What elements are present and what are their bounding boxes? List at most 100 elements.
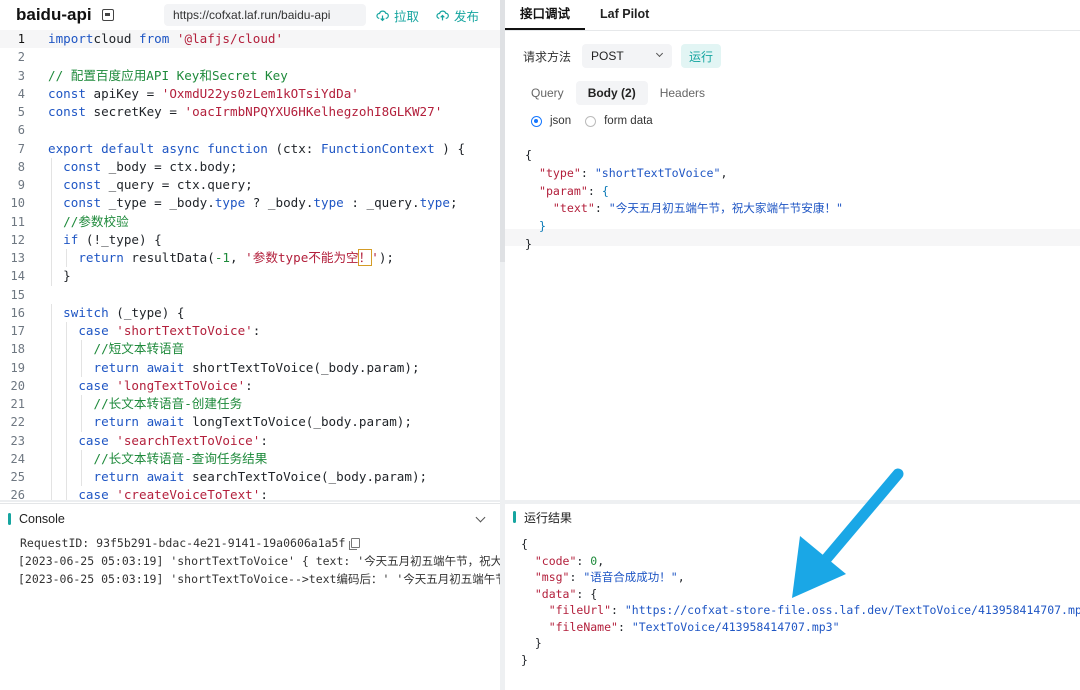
tab-body[interactable]: Body (2) <box>575 81 648 105</box>
code-token: : _query. <box>343 195 420 211</box>
code-token: FunctionContext <box>320 140 435 156</box>
code-line[interactable]: 2 <box>0 48 500 66</box>
code-line[interactable]: 15 <box>0 286 500 304</box>
code-line[interactable]: 3 // 配置百度应用API Key和Secret Key <box>0 67 500 85</box>
code-line[interactable]: 4 const apiKey = 'OxmdU22ys0zLem1kOTsiYdD… <box>0 85 500 103</box>
code-line[interactable]: 19 return await shortTextToVoice(_body.p… <box>0 358 500 377</box>
line-code: return await longTextToVoice(_body.param… <box>48 413 412 431</box>
json-line: "fileUrl": "https://cofxat-store-file.os… <box>521 602 1080 619</box>
code-token: "shortTextToVoice" <box>594 165 721 180</box>
method-select[interactable]: POST <box>582 44 673 68</box>
code-editor[interactable]: 1 importcloud from '@lafjs/cloud' 2 3// 配置百… <box>0 30 500 502</box>
code-token: , <box>597 553 605 568</box>
tab-query[interactable]: Query <box>519 81 576 105</box>
indent-guide <box>51 303 52 322</box>
code-line[interactable]: 10 const _type = _body.type ? _body.type… <box>0 194 500 213</box>
json-line: "text": "今天五月初五端午节，祝大家端午节安康！" <box>525 200 843 218</box>
code-line[interactable]: 18 //短文本转语音 <box>0 340 500 359</box>
editor-horizontal-scrollbar[interactable] <box>0 500 500 502</box>
code-token: ' <box>371 250 379 265</box>
line-code: case 'searchTextToVoice': <box>48 432 268 450</box>
run-button[interactable]: 运行 <box>681 44 722 68</box>
code-line[interactable]: 13 return resultData(-1, '参数type不能为空！'); <box>0 249 500 268</box>
line-number: 13 <box>10 251 25 265</box>
code-line[interactable]: 5 const secretKey = 'oacIrmbNPQYXU6HKelhe… <box>0 103 500 121</box>
radio-form-data-label[interactable]: form data <box>604 115 653 127</box>
request-body-editor[interactable]: { "type": "shortTextToVoice", "param": {… <box>525 147 843 254</box>
code-line[interactable]: 24 //长文本转语音-查询任务结果 <box>0 449 500 468</box>
code-line[interactable]: 22 return await longTextToVoice(_body.pa… <box>0 413 500 432</box>
indent-guide <box>51 267 52 286</box>
line-code: const secretKey = 'oacIrmbNPQYXU6HKelheg… <box>48 103 442 121</box>
code-line[interactable]: 12 if (!_type) { <box>0 230 500 249</box>
code-token: "code" <box>534 553 577 568</box>
chevron-down-icon[interactable] <box>475 512 486 523</box>
tab-headers[interactable]: Headers <box>648 81 717 105</box>
line-code: if (!_type) { <box>48 231 162 249</box>
indent-guide <box>66 449 68 468</box>
json-line: } <box>525 218 843 236</box>
code-line[interactable]: 14 } <box>0 267 500 286</box>
indent-guide <box>66 376 68 395</box>
line-number: 2 <box>17 50 25 65</box>
code-line[interactable]: 8 const _body = ctx.body; <box>0 157 500 176</box>
code-line[interactable]: 1 importcloud from '@lafjs/cloud' <box>0 30 500 49</box>
code-line[interactable]: 20 case 'longTextToVoice': <box>0 376 500 395</box>
radio-json[interactable] <box>531 115 542 127</box>
indent-guide <box>81 449 83 468</box>
line-number: 7 <box>17 141 25 156</box>
request-id: RequestID: 93f5b291-bdac-4e21-9141-19a06… <box>20 536 346 550</box>
code-token: return await <box>93 414 193 430</box>
line-number: 11 <box>10 214 25 229</box>
result-divider[interactable] <box>505 500 1080 504</box>
code-token: "fileName" <box>548 619 618 634</box>
code-line[interactable]: 23 case 'searchTextToVoice': <box>0 431 500 450</box>
code-token: : <box>580 165 595 180</box>
code-token: _body = ctx.body; <box>108 158 238 174</box>
code-line[interactable]: 6 <box>0 121 500 139</box>
indent-guide <box>51 395 52 414</box>
code-token: "fileUrl" <box>548 603 612 617</box>
code-line[interactable]: 7 export default async function (ctx: Fun… <box>0 140 500 158</box>
radio-json-label[interactable]: json <box>550 115 571 127</box>
result-accent-bar <box>513 511 516 523</box>
line-number: 5 <box>17 105 25 119</box>
json-line: "type": "shortTextToVoice", <box>525 165 843 183</box>
code-token: : <box>260 432 268 448</box>
code-token: apiKey = <box>93 85 162 101</box>
tab-laf-pilot[interactable]: Laf Pilot <box>585 0 664 30</box>
code-token: "text" <box>552 201 595 216</box>
radio-form-data[interactable] <box>585 115 597 127</box>
code-line[interactable]: 11 //参数校验 <box>0 212 500 231</box>
tab-api-debug[interactable]: 接口调试 <box>505 0 586 30</box>
code-token: } <box>521 636 542 650</box>
code-token: ); <box>378 250 395 265</box>
edit-icon[interactable] <box>101 9 114 21</box>
json-line: } <box>521 635 1080 652</box>
code-line[interactable]: 9 const _query = ctx.query; <box>0 176 500 195</box>
line-number: 4 <box>17 86 25 101</box>
copy-icon[interactable] <box>349 538 361 550</box>
code-line[interactable]: 25 return await searchTextToVoice(_body.… <box>0 468 500 487</box>
console-header[interactable]: Console <box>0 504 500 534</box>
code-token: export default async function <box>48 140 276 156</box>
code-token: case <box>78 377 117 393</box>
function-url[interactable]: https://cofxat.laf.run/baidu-api <box>164 4 366 26</box>
code-line[interactable]: 16 switch (_type) { <box>0 303 500 322</box>
code-line[interactable]: 17 case 'shortTextToVoice': <box>0 322 500 341</box>
console-log-line: [2023-06-25 05:03:19] 'shortTextToVoice'… <box>18 554 500 568</box>
code-token: "msg" <box>534 570 570 584</box>
publish-button[interactable]: 发布 <box>436 6 479 24</box>
pull-button[interactable]: 拉取 <box>376 6 419 24</box>
tabs-divider <box>505 30 1080 31</box>
code-token: resultData( <box>131 250 215 265</box>
code-line[interactable]: 21 //长文本转语音-创建任务 <box>0 395 500 414</box>
